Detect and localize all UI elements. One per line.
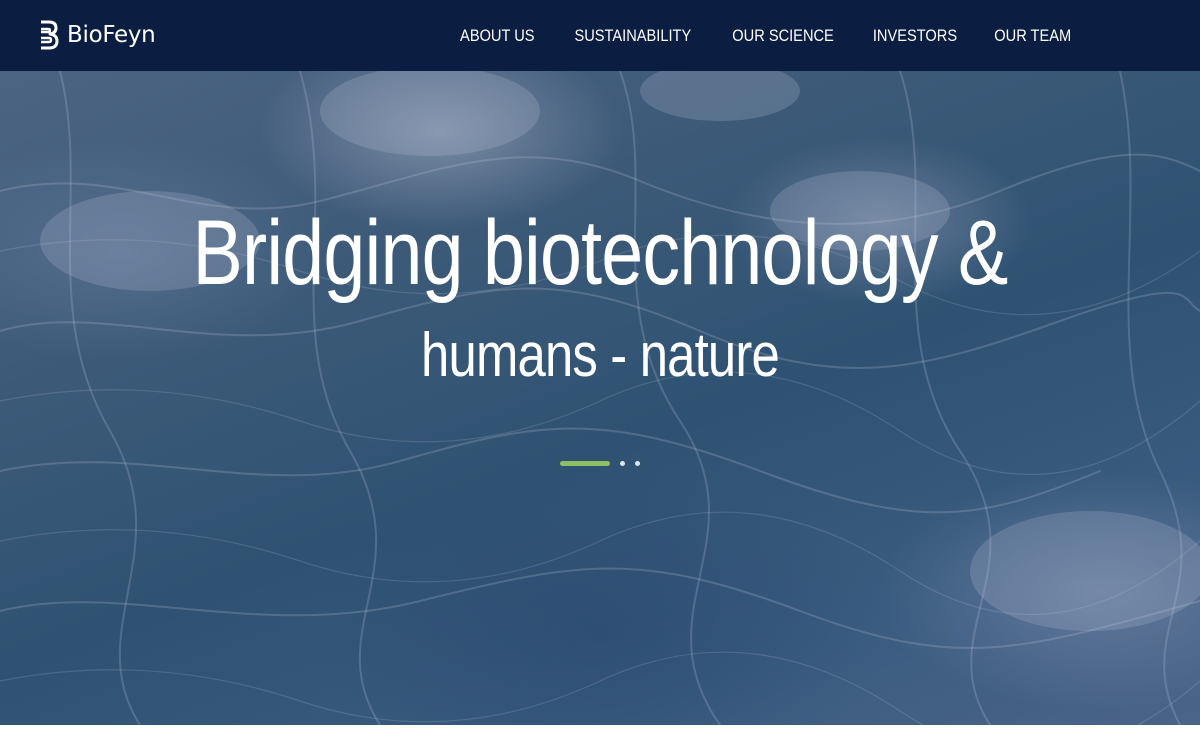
nav-about-us[interactable]: ABOUT US — [450, 26, 545, 46]
hero-subheadline: humans - nature — [421, 321, 780, 390]
logo-link[interactable]: BioFeyn — [38, 19, 156, 51]
slide-indicator-3[interactable] — [635, 460, 640, 466]
nav-investors[interactable]: INVESTORS — [863, 26, 968, 46]
slide-indicator-1-active[interactable] — [560, 460, 610, 466]
slider-pagination — [560, 460, 650, 466]
top-navbar: BioFeyn ABOUT US SUSTAINABILITY OUR SCIE… — [0, 0, 1200, 71]
logo-text: BioFeyn — [67, 22, 156, 48]
ocean-background-image — [0, 71, 1200, 725]
slide-indicator-2[interactable] — [620, 460, 625, 466]
hero-headline: Bridging biotechnology & — [192, 202, 1009, 304]
nav-our-team[interactable]: OUR TEAM — [984, 26, 1082, 46]
biofeyn-logo-icon — [41, 20, 59, 50]
nav-sustainability[interactable]: SUSTAINABILITY — [564, 26, 701, 46]
main-nav: ABOUT US SUSTAINABILITY OUR SCIENCE INVE… — [442, 0, 1090, 71]
hero-section: Bridging biotechnology & humans - nature — [0, 71, 1200, 725]
nav-our-science[interactable]: OUR SCIENCE — [722, 26, 844, 46]
